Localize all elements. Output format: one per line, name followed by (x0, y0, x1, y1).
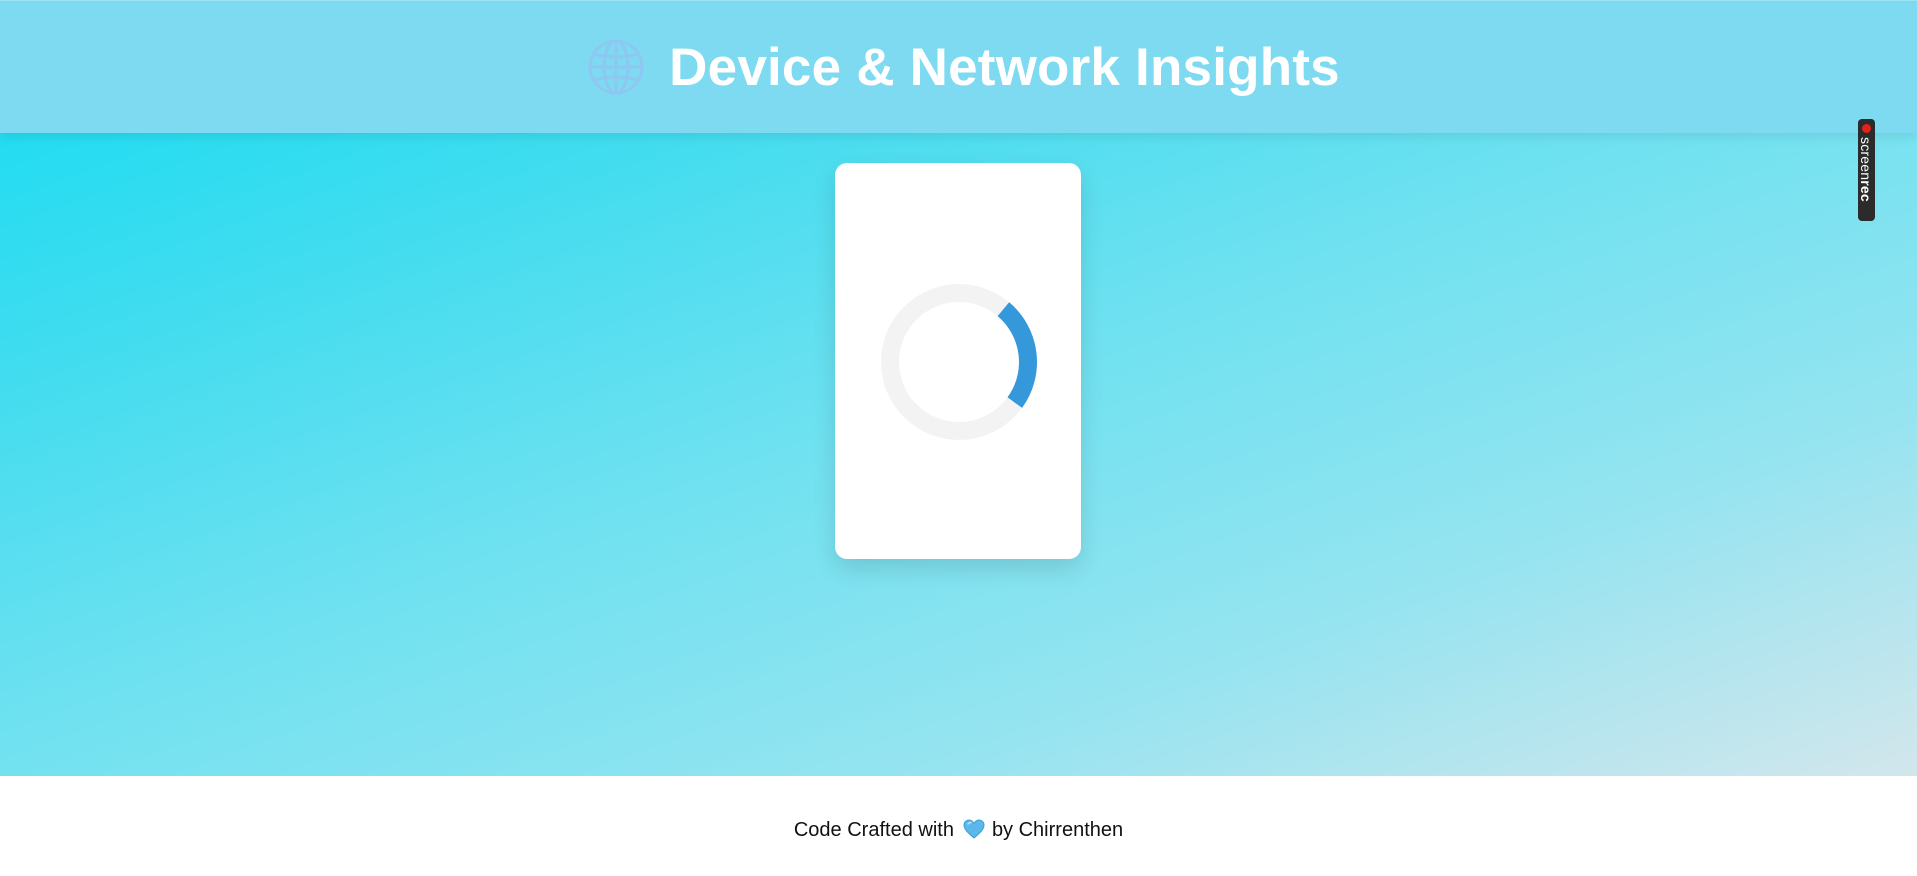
screenrec-badge[interactable]: screenrec (1858, 119, 1875, 221)
record-dot-icon (1862, 124, 1871, 133)
screenrec-label: screenrec (1858, 137, 1874, 202)
globe-icon (587, 38, 645, 96)
footer-credit: Code Crafted with by Chirrenthen (0, 819, 1917, 842)
page-footer: Code Crafted with by Chirrenthen (0, 776, 1917, 876)
loading-spinner (881, 284, 1037, 440)
heart-icon (963, 819, 985, 839)
header-content: Device & Network Insights (587, 37, 1340, 98)
page-header: Device & Network Insights (0, 0, 1917, 133)
page-title: Device & Network Insights (669, 37, 1340, 97)
footer-suffix: by Chirrenthen (991, 819, 1124, 841)
footer-prefix: Code Crafted with (793, 819, 954, 841)
insights-card (835, 163, 1081, 559)
